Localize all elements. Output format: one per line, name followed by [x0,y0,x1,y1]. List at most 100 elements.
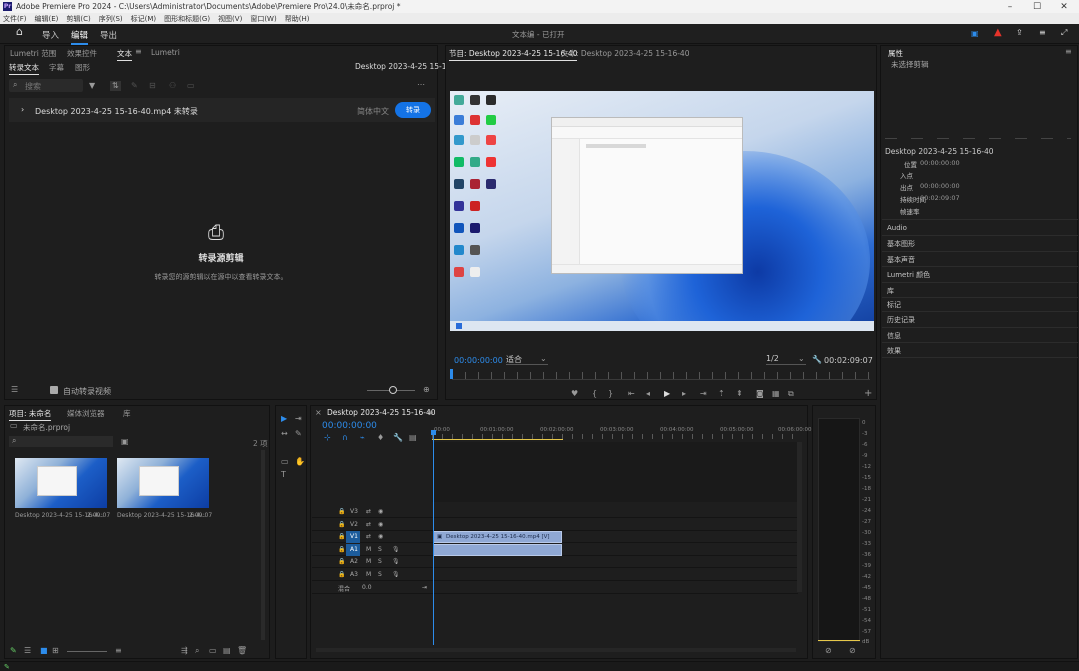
timeline-h-scrollbar[interactable] [316,648,796,652]
close-icon[interactable]: × [315,409,322,417]
menu-help[interactable]: 帮助(H) [285,14,310,24]
section-history[interactable]: 历史记录 [887,315,915,325]
go-to-in-icon[interactable]: ⇤ [628,390,635,398]
lock-icon[interactable]: 🔒 [338,571,345,578]
vr-icon[interactable]: ⧉ [788,390,794,398]
track-label[interactable]: A2 [350,558,358,565]
tab-lumetri[interactable]: Lumetri [151,48,180,57]
lock-icon[interactable]: 🔒 [338,533,345,540]
more-icon[interactable]: ⋯ [417,81,425,89]
tab-import[interactable]: 导入 [42,29,59,41]
razor-tool-icon[interactable]: ✎ [295,430,302,438]
freeform-view-icon[interactable]: ⊞ [52,647,59,655]
type-tool-icon[interactable]: T [281,471,286,479]
marker-icon[interactable]: ♥ [571,390,578,398]
menu-sequence[interactable]: 序列(S) [99,14,123,24]
tab-project[interactable]: 项目: 未命名 [9,408,52,421]
section-markers[interactable]: 标记 [887,300,901,310]
mic-icon[interactable]: 🎙 [392,558,400,565]
filter-icon[interactable]: ▼ [89,82,95,90]
lock-icon[interactable]: 🔒 [338,546,345,553]
tab-properties[interactable]: 属性 [888,48,903,59]
subtab-transcript[interactable]: 转录文本 [9,62,39,75]
fullscreen-icon[interactable]: ⤢ [1061,29,1067,37]
icon-view-icon[interactable]: ■ [40,647,48,655]
section-effects[interactable]: 效果 [887,346,901,356]
menu-file[interactable]: 文件(F) [3,14,27,24]
menu-icon[interactable]: ≡ [1039,29,1046,37]
menu-clip[interactable]: 剪辑(C) [66,14,90,24]
list-view-icon[interactable]: ☰ [24,647,31,655]
timeline-settings-icon[interactable]: 🔧 [393,434,403,442]
close-button[interactable]: ✕ [1051,0,1077,13]
timeline-v-scrollbar[interactable] [797,442,802,592]
solo-meter-icon[interactable]: ⊘ [825,647,832,655]
step-back-icon[interactable]: ◂ [646,390,650,398]
go-to-out-icon[interactable]: ⇥ [700,390,707,398]
linked-selection-icon[interactable]: ⌁ [360,434,365,442]
wrench-icon[interactable]: 🔧 [812,356,822,364]
solo-icon[interactable]: S [378,558,382,565]
panel-menu-icon[interactable]: ≡ [427,409,434,417]
track-label[interactable]: A1 [350,546,358,553]
tab-export[interactable]: 导出 [100,29,117,41]
track-select-tool-icon[interactable]: ⇥ [295,415,302,423]
program-scrubber[interactable] [452,372,870,380]
clip-language[interactable]: 简体中文 [357,106,389,117]
add-button-icon[interactable]: + [864,389,872,399]
mic-icon[interactable]: 🎙 [392,546,400,553]
tab-edit[interactable]: 编辑 [71,29,89,45]
quality-dropdown[interactable]: 1/2 ⌄ [766,354,806,365]
mute-icon[interactable]: M [366,571,371,578]
timeline-timecode[interactable]: 00:00:00:00 [322,421,377,431]
solo-icon[interactable]: S [378,546,382,553]
extract-icon[interactable]: ⇞ [736,390,743,398]
sync-lock-icon[interactable]: ⇄ [366,533,371,540]
snap-icon[interactable]: ∩ [342,434,348,442]
track-label[interactable]: V3 [350,508,358,515]
section-lumetri-color[interactable]: Lumetri 颜色 [887,270,930,280]
alert-icon[interactable]: ▲ [994,28,1002,38]
program-playhead[interactable] [450,369,453,379]
transcribe-button[interactable]: 转录 [395,102,431,118]
tab-program[interactable]: 节目: Desktop 2023-4-25 15-16-40 [449,48,578,61]
ripple-edit-tool-icon[interactable]: ↔ [281,430,288,438]
solo-icon[interactable]: S [378,571,382,578]
captions-icon[interactable]: ▤ [409,434,417,442]
maximize-button[interactable]: ☐ [1024,0,1050,13]
work-area-bar[interactable] [432,439,563,440]
track-label[interactable]: V2 [350,521,358,528]
mark-in-icon[interactable]: { [592,390,597,398]
lock-icon[interactable]: 🔒 [338,521,345,528]
mute-icon[interactable]: M [366,558,371,565]
track-label[interactable]: V1 [350,533,358,540]
sync-lock-icon[interactable]: ⇄ [366,508,371,515]
project-scrollbar[interactable] [261,450,265,640]
mix-value[interactable]: 0.0 [362,584,372,591]
tab-effect-controls[interactable]: 效果控件 [67,48,97,59]
mix-end-icon[interactable]: ⇥ [422,584,427,591]
list-view-icon[interactable]: ☰ [11,386,18,394]
comparison-icon[interactable]: ▦ [772,390,780,398]
panel-menu-icon[interactable]: ≡ [135,48,142,56]
rectangle-tool-icon[interactable]: ▭ [281,458,289,466]
zoom-slider-handle[interactable] [389,386,397,394]
add-marker-icon[interactable]: ♦ [377,434,384,442]
eye-icon[interactable]: ◉ [378,521,383,528]
menu-marker[interactable]: 标记(M) [131,14,157,24]
split-icon[interactable]: ⇅ [110,81,121,91]
tab-lumetri-scopes[interactable]: Lumetri 范围 [10,48,56,59]
expand-icon[interactable]: › [21,106,24,114]
tab-text[interactable]: 文本 [117,48,132,61]
project-thumbnail[interactable] [15,458,107,508]
section-essential-sound[interactable]: 基本声音 [887,255,915,265]
eye-icon[interactable]: ◉ [378,533,383,540]
tab-sequence[interactable]: Desktop 2023-4-25 15-16-40 [327,408,436,417]
automate-icon[interactable]: ⇶ [181,647,188,655]
track-label[interactable]: A3 [350,571,358,578]
tab-libraries[interactable]: 库 [123,408,131,419]
mark-out-icon[interactable]: } [608,390,613,398]
play-icon[interactable]: ▶ [664,390,670,398]
thumbnail-size-slider[interactable] [67,651,107,652]
hand-tool-icon[interactable]: ✋ [295,458,305,466]
